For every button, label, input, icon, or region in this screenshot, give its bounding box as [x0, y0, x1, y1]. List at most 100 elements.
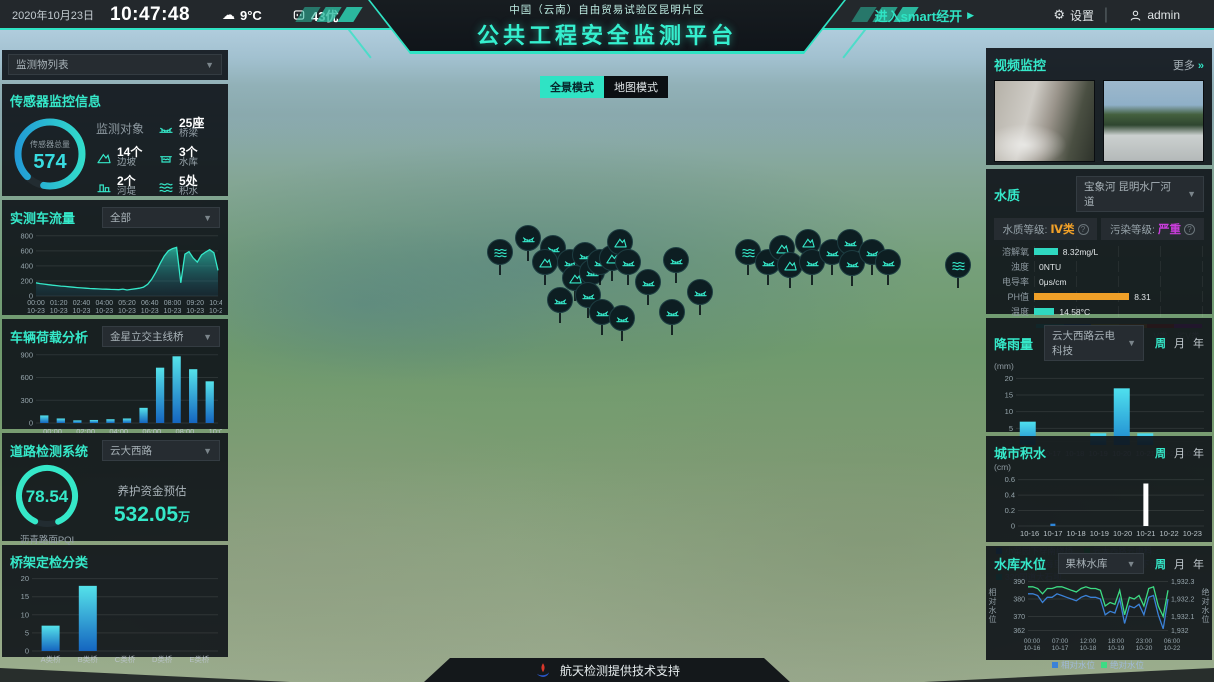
traffic-filter-dropdown[interactable]: 全部▼ — [102, 207, 220, 228]
bridge-class-chart: 05101520A类桥B类桥C类桥D类桥E类桥 — [10, 571, 220, 670]
platform-title: 公共工程安全监测平台 — [477, 18, 737, 50]
stat-桥梁: 25座桥梁 — [158, 114, 220, 143]
video-more-link[interactable]: 更多 » — [1173, 57, 1204, 73]
panel-title: 水库水位 — [994, 554, 1046, 573]
rain-tab-月[interactable]: 月 — [1174, 335, 1185, 351]
rainfall-dropdown[interactable]: 云大西路云电科技▼ — [1044, 325, 1144, 361]
reservoir-tab-月[interactable]: 月 — [1174, 556, 1185, 572]
water-icon — [741, 245, 756, 260]
svg-text:00:00: 00:00 — [27, 300, 45, 307]
reservoir-tab-周[interactable]: 周 — [1155, 556, 1166, 572]
bridge-icon — [158, 121, 174, 137]
map-mode-button[interactable]: 地图模式 — [604, 76, 668, 98]
help-icon[interactable]: ? — [1184, 224, 1195, 235]
traffic-flow-chart: 020040060080000:0010-2301:2010-2302:4010… — [10, 228, 220, 321]
monitor-list-dropdown[interactable]: 监测物列表▼ — [8, 54, 222, 75]
svg-text:0.6: 0.6 — [1005, 475, 1015, 484]
double-arrow-icon: » — [1198, 60, 1204, 72]
citywater-tab-周[interactable]: 周 — [1155, 445, 1166, 461]
stat-河堤: 2个河堤 — [96, 172, 158, 201]
svg-text:10-19: 10-19 — [1108, 645, 1125, 652]
bridge-icon — [665, 305, 680, 320]
panel-title: 城市积水 — [994, 443, 1046, 462]
title-banner: 中国（云南）自由贸易试验区昆明片区 公共工程安全监测平台 — [368, 0, 846, 54]
settings-button[interactable]: ⚙ 设置 — [1053, 0, 1094, 30]
load-bridge-dropdown[interactable]: 金星立交主线桥▼ — [102, 326, 220, 347]
panel-title: 桥架定检分类 — [10, 552, 220, 571]
svg-text:574: 574 — [33, 151, 67, 173]
camera-feed-1[interactable] — [994, 80, 1095, 162]
citywater-tab-年[interactable]: 年 — [1193, 445, 1204, 461]
svg-text:10-17: 10-17 — [1052, 645, 1069, 652]
stat-积水: 5处积水 — [158, 172, 220, 201]
svg-text:传感器总量: 传感器总量 — [30, 139, 70, 149]
temperature-value: 9°C — [240, 8, 262, 23]
reservoir-level-chart: 3901,932.33801,932.23701,932.13621,93200… — [994, 574, 1204, 657]
chevron-down-icon: ▼ — [203, 446, 212, 456]
panel-title: 视频监控 — [994, 55, 1046, 74]
bridge-icon — [615, 311, 630, 326]
svg-text:10-18: 10-18 — [1080, 645, 1097, 652]
rainfall-panel: 降雨量 云大西路云电科技▼ 周月年 (mm) 1510152010-1610-1… — [986, 318, 1212, 432]
citywater-tab-月[interactable]: 月 — [1174, 445, 1185, 461]
svg-text:12:00: 12:00 — [1080, 638, 1097, 645]
city-water-panel: 城市积水 周月年 (cm) 00.20.40.610-1610-1710-181… — [986, 436, 1212, 542]
rainfall-unit: (mm) — [994, 361, 1204, 371]
svg-text:1,932.1: 1,932.1 — [1171, 614, 1194, 621]
svg-text:20: 20 — [1005, 374, 1013, 383]
water-icon — [493, 245, 508, 260]
camera-feed-2[interactable] — [1103, 80, 1204, 162]
svg-text:390: 390 — [1013, 579, 1025, 586]
view-mode-toggle: 全景模式 地图模式 — [540, 76, 668, 98]
svg-text:5: 5 — [25, 628, 29, 637]
dashboard: 2020年10月23日 10:47:48 ☁ 9°C 43优 进入smart经开… — [0, 0, 1214, 682]
bridge-icon — [621, 255, 636, 270]
wq-metric-浊度: 浊度0NTU — [994, 260, 1204, 273]
water-icon — [951, 258, 966, 273]
water-grade-chip: 水质等级: Ⅳ类 ? — [994, 218, 1097, 240]
water-quality-panel: 水质 宝象河 昆明水厂河道▼ 水质等级: Ⅳ类 ? 污染等级: 严重 ? 溶解氧… — [986, 169, 1212, 314]
dike-icon — [96, 179, 112, 195]
rain-tab-年[interactable]: 年 — [1193, 335, 1204, 351]
objects-label: 监测对象 — [96, 114, 158, 143]
panel-title: 实测车流量 — [10, 208, 75, 227]
svg-text:78.54: 78.54 — [26, 487, 69, 506]
city-water-chart: 00.20.40.610-1610-1710-1810-1910-2010-21… — [994, 472, 1204, 543]
bridge-icon — [843, 235, 858, 250]
water-quality-dropdown[interactable]: 宝象河 昆明水厂河道▼ — [1076, 176, 1204, 212]
legend-item: 相对水位 — [1052, 659, 1095, 671]
bridge-icon — [553, 293, 568, 308]
help-icon[interactable]: ? — [1078, 224, 1089, 235]
svg-text:10-17: 10-17 — [1043, 529, 1062, 538]
smart-link[interactable]: 进入smart经开▶ — [875, 0, 974, 30]
rain-tab-周[interactable]: 周 — [1155, 335, 1166, 351]
panorama-mode-button[interactable]: 全景模式 — [540, 76, 604, 98]
svg-text:10-18: 10-18 — [1067, 529, 1086, 538]
svg-text:600: 600 — [20, 373, 33, 382]
svg-text:10-23: 10-23 — [164, 308, 182, 315]
panel-title: 车辆荷载分析 — [10, 327, 88, 346]
reservoir-icon — [158, 150, 174, 166]
panel-title: 降雨量 — [994, 334, 1033, 353]
reservoir-tab-年[interactable]: 年 — [1193, 556, 1204, 572]
aerospace-logo — [534, 661, 552, 679]
maintenance-estimate-value: 532.05万 — [84, 503, 220, 527]
svg-text:10-22: 10-22 — [1160, 529, 1179, 538]
admin-menu[interactable]: admin — [1129, 0, 1180, 30]
svg-text:10: 10 — [1005, 407, 1013, 416]
bridge-icon — [805, 255, 820, 270]
bridge-icon — [845, 256, 860, 271]
slope-icon — [801, 235, 816, 250]
gear-icon: ⚙ — [1053, 7, 1065, 23]
reservoir-legend: 相对水位绝对水位 — [994, 658, 1204, 671]
reservoir-dropdown[interactable]: 果林水库▼ — [1058, 553, 1144, 574]
monitor-list-panel: 监测物列表▼ — [2, 50, 228, 80]
chevron-down-icon: ▼ — [205, 60, 214, 70]
footer-credit: 航天检测提供技术支持 — [424, 658, 790, 682]
slope-icon — [783, 258, 798, 273]
chevron-down-icon: ▼ — [203, 332, 212, 342]
header-date: 2020年10月23日 — [12, 0, 94, 30]
svg-text:10-20: 10-20 — [1136, 645, 1153, 652]
road-dropdown[interactable]: 云大西路▼ — [102, 440, 220, 461]
svg-text:23:00: 23:00 — [1136, 638, 1153, 645]
